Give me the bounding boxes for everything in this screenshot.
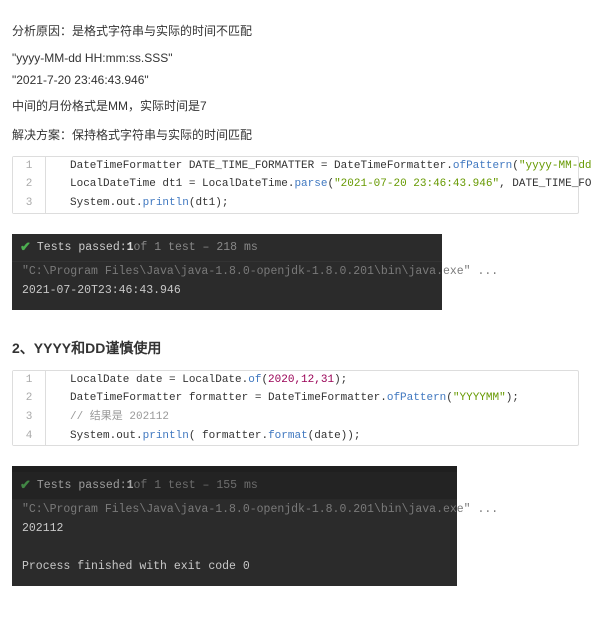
code-line: LocalDateTime dt1 = LocalDateTime.parse(… (46, 175, 591, 194)
code-block-2: 1LocalDate date = LocalDate.of(2020,12,3… (12, 370, 579, 447)
console-blank-line (12, 538, 457, 557)
tests-passed-label: Tests passed: (37, 479, 127, 492)
test-status-bar: ✔ Tests passed: 1 of 1 test – 218 ms (12, 234, 442, 262)
console-output-line: 2021-07-20T23:46:43.946 (12, 281, 442, 300)
format-string-example: "yyyy-MM-dd HH:mm:ss.SSS" (12, 51, 579, 65)
section-heading-2: 2、YYYY和DD谨慎使用 (12, 338, 579, 358)
mismatch-explain: 中间的月份格式是MM，实际时间是7 (12, 97, 579, 116)
code-line: System.out.println(dt1); (46, 194, 228, 213)
line-number: 3 (13, 408, 46, 427)
code-line: DateTimeFormatter DATE_TIME_FORMATTER = … (46, 157, 591, 176)
code-line: LocalDate date = LocalDate.of(2020,12,31… (46, 371, 347, 390)
console-output-1: ✔ Tests passed: 1 of 1 test – 218 ms "C:… (12, 234, 442, 310)
console-command: "C:\Program Files\Java\java-1.8.0-openjd… (12, 262, 442, 281)
line-number: 1 (13, 371, 46, 390)
line-number: 4 (13, 427, 46, 446)
code-line: // 结果是 202112 (46, 408, 169, 427)
tests-passed-count: 1 (127, 479, 134, 492)
check-icon: ✔ (20, 240, 31, 255)
test-status-bar: ✔ Tests passed: 1 of 1 test – 155 ms (12, 472, 457, 500)
tests-passed-label: Tests passed: (37, 241, 127, 254)
code-line: System.out.println( formatter.format(dat… (46, 427, 360, 446)
solution-text: 解决方案：保持格式字符串与实际的时间匹配 (12, 126, 579, 145)
tests-passed-rest: of 1 test – 155 ms (134, 479, 258, 492)
console-output-line: 202112 (12, 519, 457, 538)
line-number: 3 (13, 194, 46, 213)
analysis-reason: 分析原因：是格式字符串与实际的时间不匹配 (12, 22, 579, 41)
line-number: 1 (13, 157, 46, 176)
tests-passed-rest: of 1 test – 218 ms (134, 241, 258, 254)
check-icon: ✔ (20, 478, 31, 493)
tests-passed-count: 1 (127, 241, 134, 254)
console-exit-line: Process finished with exit code 0 (12, 557, 457, 576)
line-number: 2 (13, 389, 46, 408)
actual-time-example: "2021-7-20 23:46:43.946" (12, 73, 579, 87)
line-number: 2 (13, 175, 46, 194)
code-line: DateTimeFormatter formatter = DateTimeFo… (46, 389, 519, 408)
code-block-1: 1DateTimeFormatter DATE_TIME_FORMATTER =… (12, 156, 579, 214)
console-output-2: ✔ Tests passed: 1 of 1 test – 155 ms "C:… (12, 466, 457, 586)
console-command: "C:\Program Files\Java\java-1.8.0-openjd… (12, 500, 457, 519)
